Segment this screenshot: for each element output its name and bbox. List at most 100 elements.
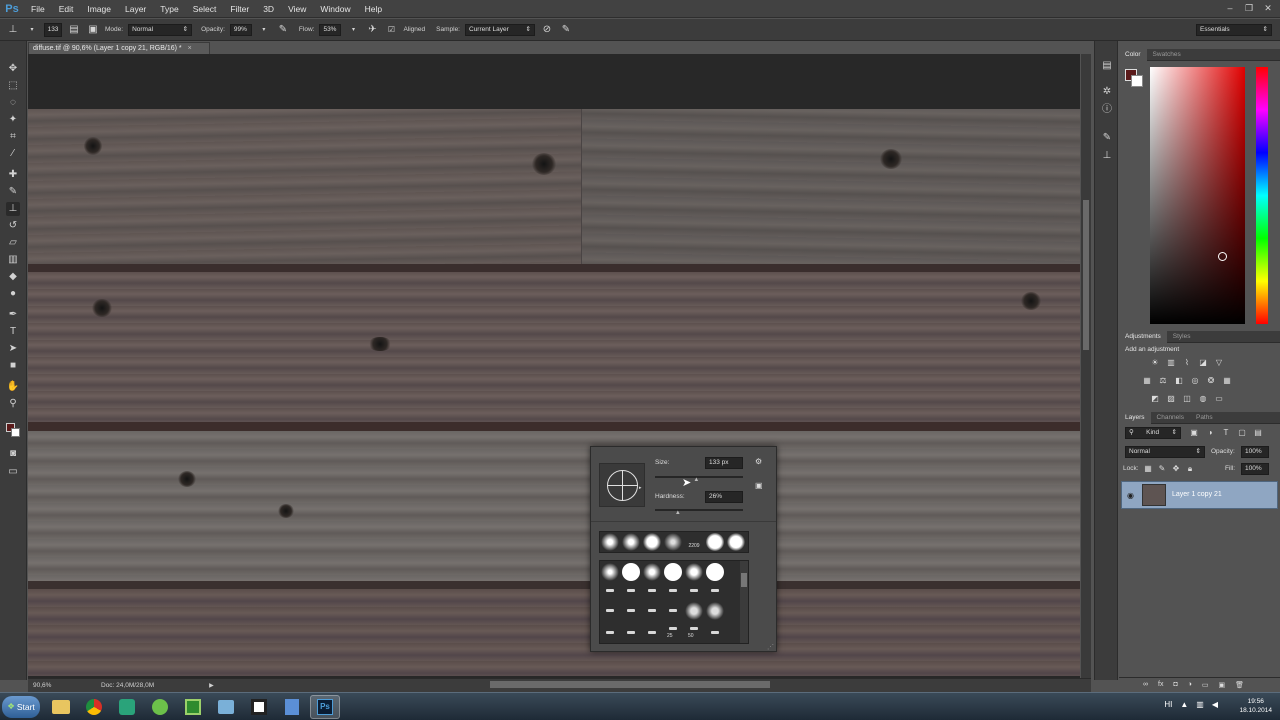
taskbar-spotify-icon[interactable]: [145, 695, 175, 719]
tab-color[interactable]: Color: [1119, 48, 1147, 61]
tab-channels[interactable]: Channels: [1151, 412, 1190, 424]
brush-preset[interactable]: [706, 533, 724, 551]
clone-stamp-tool-icon[interactable]: ⊥: [6, 202, 20, 216]
zoom-tool-icon[interactable]: ⚲: [6, 397, 20, 411]
tab-layers[interactable]: Layers: [1119, 411, 1151, 424]
status-menu-arrow-icon[interactable]: ▶: [209, 682, 214, 689]
color-spectrum-field[interactable]: [1150, 67, 1245, 324]
volume-icon[interactable]: ◀: [1212, 700, 1218, 709]
menu-edit[interactable]: Edit: [52, 0, 81, 18]
menu-layer[interactable]: Layer: [118, 0, 153, 18]
eye-icon[interactable]: ◉: [1127, 491, 1134, 500]
brush-angle-arrow-icon[interactable]: ▸: [639, 485, 642, 491]
dodge-tool-icon[interactable]: ●: [6, 287, 20, 301]
taskbar-photoshop-icon[interactable]: Ps: [310, 694, 340, 719]
network-icon[interactable]: ▥: [1196, 700, 1204, 709]
taskbar-app-icon[interactable]: [277, 695, 307, 719]
filter-smart-icon[interactable]: ▤: [1253, 428, 1263, 438]
brush-preset[interactable]: [706, 602, 724, 620]
layer-style-icon[interactable]: fx: [1158, 681, 1163, 689]
filter-pixel-icon[interactable]: ▣: [1189, 428, 1199, 438]
brush-preset[interactable]: [627, 609, 635, 612]
gradient-map-icon[interactable]: ▭: [1214, 394, 1224, 404]
pressure-size-icon[interactable]: ✎: [559, 23, 573, 37]
brush-panel-icon[interactable]: ✎: [1100, 131, 1114, 145]
brush-preset[interactable]: [627, 631, 635, 634]
color-swatch-icon[interactable]: [6, 423, 20, 437]
horizontal-scroll-thumb[interactable]: [490, 681, 770, 688]
posterize-icon[interactable]: ▨: [1166, 394, 1176, 404]
menu-3d[interactable]: 3D: [256, 0, 281, 18]
menu-select[interactable]: Select: [186, 0, 224, 18]
tab-styles[interactable]: Styles: [1167, 331, 1197, 343]
menu-filter[interactable]: Filter: [223, 0, 256, 18]
tool-preset-dropdown[interactable]: ▾: [25, 23, 39, 37]
preset-scrollbar[interactable]: [740, 561, 748, 643]
curves-icon[interactable]: ⌇: [1182, 358, 1192, 368]
photo-filter-icon[interactable]: ◎: [1190, 376, 1200, 386]
taskbar-app-icon[interactable]: [112, 695, 142, 719]
eyedropper-tool-icon[interactable]: ⁄: [6, 147, 20, 161]
opacity-input[interactable]: 99%: [229, 23, 252, 36]
brush-preset[interactable]: 2209: [685, 534, 703, 552]
lasso-tool-icon[interactable]: ◌: [6, 96, 20, 110]
brush-preset[interactable]: [648, 589, 656, 592]
hand-tool-icon[interactable]: ✋: [6, 380, 20, 394]
brush-preset[interactable]: [669, 627, 677, 630]
vertical-scroll-thumb[interactable]: [1083, 200, 1089, 350]
screen-mode-icon[interactable]: ▭: [6, 465, 20, 479]
taskbar-app-icon[interactable]: [178, 695, 208, 719]
eraser-tool-icon[interactable]: ▱: [6, 236, 20, 250]
exposure-icon[interactable]: ◪: [1198, 358, 1208, 368]
resize-grip-icon[interactable]: ⋰: [767, 643, 774, 651]
canvas[interactable]: [28, 54, 1080, 678]
hardness-slider-thumb[interactable]: ▲: [675, 510, 681, 516]
zoom-level[interactable]: 90,6%: [33, 682, 61, 689]
background-color-swatch[interactable]: [1131, 75, 1143, 87]
taskbar-explorer-icon[interactable]: [46, 695, 76, 719]
brush-preset[interactable]: [606, 631, 614, 634]
clone-source-panel-icon[interactable]: ⊥: [1100, 149, 1114, 163]
new-fill-layer-icon[interactable]: ◑: [1188, 681, 1192, 689]
size-input[interactable]: 133 px: [705, 457, 743, 469]
threshold-icon[interactable]: ◫: [1182, 394, 1192, 404]
marquee-tool-icon[interactable]: ⬚: [6, 79, 20, 93]
filter-adjustment-icon[interactable]: ◑: [1205, 428, 1215, 438]
brush-preset[interactable]: [706, 563, 724, 581]
sample-select[interactable]: Current Layer ⇕: [465, 23, 535, 36]
blur-tool-icon[interactable]: ◆: [6, 270, 20, 284]
new-group-icon[interactable]: ▭: [1202, 681, 1209, 689]
add-mask-icon[interactable]: ◘: [1173, 681, 1177, 689]
flow-input[interactable]: 53%: [319, 23, 342, 36]
brush-size-picker[interactable]: 133: [44, 22, 62, 37]
preset-scroll-thumb[interactable]: [741, 573, 747, 587]
brush-preset[interactable]: [622, 563, 640, 581]
tray-expand-icon[interactable]: ▲: [1180, 700, 1188, 709]
selective-color-icon[interactable]: ◍: [1198, 394, 1208, 404]
move-tool-icon[interactable]: ✥: [6, 62, 20, 76]
brightness-contrast-icon[interactable]: ☀: [1150, 358, 1160, 368]
properties-panel-icon[interactable]: ✲: [1100, 85, 1114, 99]
brush-preset[interactable]: [690, 589, 698, 592]
brush-preset[interactable]: [606, 609, 614, 612]
type-tool-icon[interactable]: T: [6, 325, 20, 339]
brush-preset[interactable]: [643, 533, 661, 551]
history-brush-tool-icon[interactable]: ↺: [6, 219, 20, 233]
clock[interactable]: 19:56 18.10.2014: [1239, 697, 1272, 715]
hue-slider[interactable]: [1256, 67, 1268, 324]
brush-preset[interactable]: [685, 602, 703, 620]
aligned-checkbox[interactable]: ☑: [384, 23, 398, 37]
brush-preset[interactable]: [664, 533, 682, 551]
brush-preset[interactable]: [648, 631, 656, 634]
brush-preset[interactable]: [601, 533, 619, 551]
fill-input[interactable]: 100%: [1241, 463, 1269, 475]
taskbar-chrome-icon[interactable]: [79, 695, 109, 719]
color-lookup-icon[interactable]: ▦: [1222, 376, 1232, 386]
layer-opacity-input[interactable]: 100%: [1241, 446, 1269, 458]
language-indicator[interactable]: HI: [1164, 700, 1172, 709]
background-color-swatch[interactable]: [11, 428, 20, 437]
menu-image[interactable]: Image: [80, 0, 118, 18]
taskbar-app-icon[interactable]: [244, 695, 274, 719]
ignore-adjustment-layers-icon[interactable]: ⊘: [540, 23, 554, 37]
quick-mask-icon[interactable]: ◙: [6, 447, 20, 461]
